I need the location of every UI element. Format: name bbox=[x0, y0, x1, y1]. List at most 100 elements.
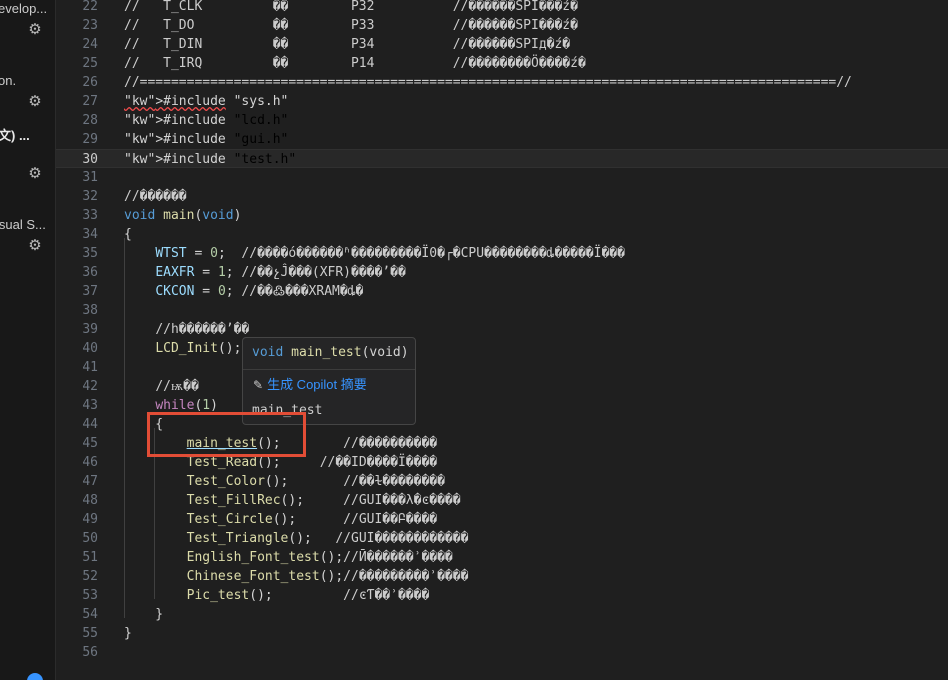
line-number: 30 bbox=[82, 152, 98, 167]
code-line[interactable]: 32 //������ bbox=[56, 187, 948, 206]
code-text[interactable]: Test_Triangle(); //GUI������������ bbox=[124, 529, 469, 548]
code-line[interactable]: 36 EAXFR = 1; //��չĴ���(XFR)����ʼ�� bbox=[56, 263, 948, 282]
code-line[interactable]: 30 "kw">#include "test.h" bbox=[56, 149, 948, 168]
code-line[interactable]: 35 WTST = 0; //����ó������ʱ���������Ï0�┌… bbox=[56, 244, 948, 263]
code-line[interactable]: 40 LCD_Init(); bbox=[56, 339, 948, 358]
code-text[interactable]: Chinese_Font_test();//���������ʾ���� bbox=[124, 567, 469, 586]
code-line[interactable]: 28 "kw">#include "lcd.h" bbox=[56, 111, 948, 130]
line-number: 50 bbox=[82, 531, 98, 546]
code-line[interactable]: 52 Chinese_Font_test();//���������ʾ���� bbox=[56, 567, 948, 586]
hover-divider bbox=[243, 369, 415, 370]
code-line[interactable]: 54 } bbox=[56, 605, 948, 624]
code-text[interactable]: // T_DIN �� P34 //������SPIд�ź� bbox=[124, 35, 570, 54]
code-text[interactable]: Pic_test(); //ͼƬ��ʾ���� bbox=[124, 586, 430, 605]
sidebar-item-label[interactable]: on. bbox=[0, 73, 16, 88]
code-text[interactable]: Test_FillRec(); //GUI���λ�ͼ���� bbox=[124, 491, 461, 510]
line-number: 35 bbox=[82, 246, 98, 261]
code-line[interactable]: 48 Test_FillRec(); //GUI���λ�ͼ���� bbox=[56, 491, 948, 510]
code-line[interactable]: 38 bbox=[56, 301, 948, 320]
gear-icon[interactable]: ⚙ bbox=[27, 93, 43, 109]
line-number: 54 bbox=[82, 607, 98, 622]
code-text[interactable]: "kw">#include "test.h" bbox=[124, 150, 296, 169]
sidebar-item-label[interactable]: isual S... bbox=[0, 217, 46, 232]
code-line[interactable]: 29 "kw">#include "gui.h" bbox=[56, 130, 948, 149]
line-number: 45 bbox=[82, 436, 98, 451]
line-number: 28 bbox=[82, 113, 98, 128]
code-line[interactable]: 41 bbox=[56, 358, 948, 377]
sidebar-item-label[interactable]: evelop... bbox=[0, 1, 47, 16]
gear-icon[interactable]: ⚙ bbox=[27, 237, 43, 253]
line-number: 56 bbox=[82, 645, 98, 660]
code-line[interactable]: 34 { bbox=[56, 225, 948, 244]
line-number: 47 bbox=[82, 474, 98, 489]
code-text[interactable]: } bbox=[124, 624, 132, 643]
code-text[interactable]: EAXFR = 1; //��չĴ���(XFR)����ʼ�� bbox=[124, 263, 405, 282]
code-line[interactable]: 31 bbox=[56, 168, 948, 187]
code-text[interactable]: "kw">#include "sys.h" bbox=[124, 92, 288, 111]
code-line[interactable]: 22 // T_CLK �� P32 //������SPI���ź� bbox=[56, 0, 948, 16]
line-number: 33 bbox=[82, 208, 98, 223]
line-number: 41 bbox=[82, 360, 98, 375]
code-line[interactable]: 23 // T_DO �� P33 //������SPI���ź� bbox=[56, 16, 948, 35]
code-line[interactable]: 51 English_Font_test();//Ӣ������ʾ���� bbox=[56, 548, 948, 567]
code-text[interactable]: //======================================… bbox=[124, 73, 852, 92]
code-text[interactable]: Test_Circle(); //GUI��Բ���� bbox=[124, 510, 437, 529]
line-number: 49 bbox=[82, 512, 98, 527]
line-number: 22 bbox=[82, 0, 98, 14]
hover-signature: void main_test(void) bbox=[252, 345, 409, 360]
gear-icon[interactable]: ⚙ bbox=[27, 21, 43, 37]
code-line[interactable]: 37 CKCON = 0; //��߷���XRAM�ȡ� bbox=[56, 282, 948, 301]
line-number: 23 bbox=[82, 18, 98, 33]
gear-icon[interactable]: ⚙ bbox=[27, 165, 43, 181]
line-number: 37 bbox=[82, 284, 98, 299]
line-number: 44 bbox=[82, 417, 98, 432]
code-text[interactable]: void main(void) bbox=[124, 206, 241, 225]
explorer-sidebar: evelop... ⚙ on. ⚙ 文) ... ⚙ isual S... ⚙ bbox=[0, 0, 56, 680]
code-line[interactable]: 26 //====================================… bbox=[56, 73, 948, 92]
code-text[interactable]: //h������ʼ�� bbox=[124, 320, 249, 339]
code-line[interactable]: 42 //ѭ�� bbox=[56, 377, 948, 396]
code-line[interactable]: 27 "kw">#include "sys.h" bbox=[56, 92, 948, 111]
code-text[interactable]: WTST = 0; //����ó������ʱ���������Ï0�┌�CP… bbox=[124, 244, 625, 263]
code-line[interactable]: 56 bbox=[56, 643, 948, 662]
line-number: 36 bbox=[82, 265, 98, 280]
copilot-summary-link[interactable]: ✎ 生成 Copilot 摘要 bbox=[253, 374, 367, 393]
code-line[interactable]: 50 Test_Triangle(); //GUI������������ bbox=[56, 529, 948, 548]
code-text[interactable]: } bbox=[124, 605, 163, 624]
code-text[interactable]: //ѭ�� bbox=[124, 377, 198, 396]
code-text[interactable]: // T_IRQ �� P14 //��������Ӧ����ź� bbox=[124, 54, 586, 73]
code-text[interactable]: "kw">#include "lcd.h" bbox=[124, 111, 288, 130]
code-text[interactable]: CKCON = 0; //��߷���XRAM�ȡ� bbox=[124, 282, 363, 301]
line-number: 48 bbox=[82, 493, 98, 508]
code-text[interactable]: // T_CLK �� P32 //������SPI���ź� bbox=[124, 0, 578, 16]
sparkle-icon: ✎ bbox=[253, 378, 264, 392]
line-number: 38 bbox=[82, 303, 98, 318]
code-line[interactable]: 47 Test_Color(); //��ɫ�������� bbox=[56, 472, 948, 491]
code-text[interactable]: LCD_Init(); bbox=[124, 339, 241, 358]
code-text[interactable]: English_Font_test();//Ӣ������ʾ���� bbox=[124, 548, 453, 567]
code-text[interactable]: Test_Color(); //��ɫ�������� bbox=[124, 472, 445, 491]
line-number: 51 bbox=[82, 550, 98, 565]
line-number: 43 bbox=[82, 398, 98, 413]
code-line[interactable]: 33 void main(void) bbox=[56, 206, 948, 225]
code-line[interactable]: 55} bbox=[56, 624, 948, 643]
code-line[interactable]: 24 // T_DIN �� P34 //������SPIд�ź� bbox=[56, 35, 948, 54]
code-line[interactable]: 39 //h������ʼ�� bbox=[56, 320, 948, 339]
sidebar-item-label[interactable]: 文) ... bbox=[0, 125, 30, 144]
code-text[interactable]: "kw">#include "gui.h" bbox=[124, 130, 288, 149]
code-text[interactable]: { bbox=[124, 225, 132, 244]
code-line[interactable]: 49 Test_Circle(); //GUI��Բ���� bbox=[56, 510, 948, 529]
line-number: 34 bbox=[82, 227, 98, 242]
code-editor[interactable]: 22 // T_CLK �� P32 //������SPI���ź� 23 // T… bbox=[56, 0, 948, 680]
line-number: 53 bbox=[82, 588, 98, 603]
line-number: 26 bbox=[82, 75, 98, 90]
code-text[interactable]: // T_DO �� P33 //������SPI���ź� bbox=[124, 16, 578, 35]
code-line[interactable]: 53 Pic_test(); //ͼƬ��ʾ���� bbox=[56, 586, 948, 605]
line-number: 52 bbox=[82, 569, 98, 584]
notification-badge-icon[interactable] bbox=[27, 673, 43, 680]
line-number: 31 bbox=[82, 170, 98, 185]
line-number: 25 bbox=[82, 56, 98, 71]
code-text[interactable]: //������ bbox=[124, 187, 187, 206]
code-line[interactable]: 25 // T_IRQ �� P14 //��������Ӧ����ź� bbox=[56, 54, 948, 73]
line-number: 55 bbox=[82, 626, 98, 641]
